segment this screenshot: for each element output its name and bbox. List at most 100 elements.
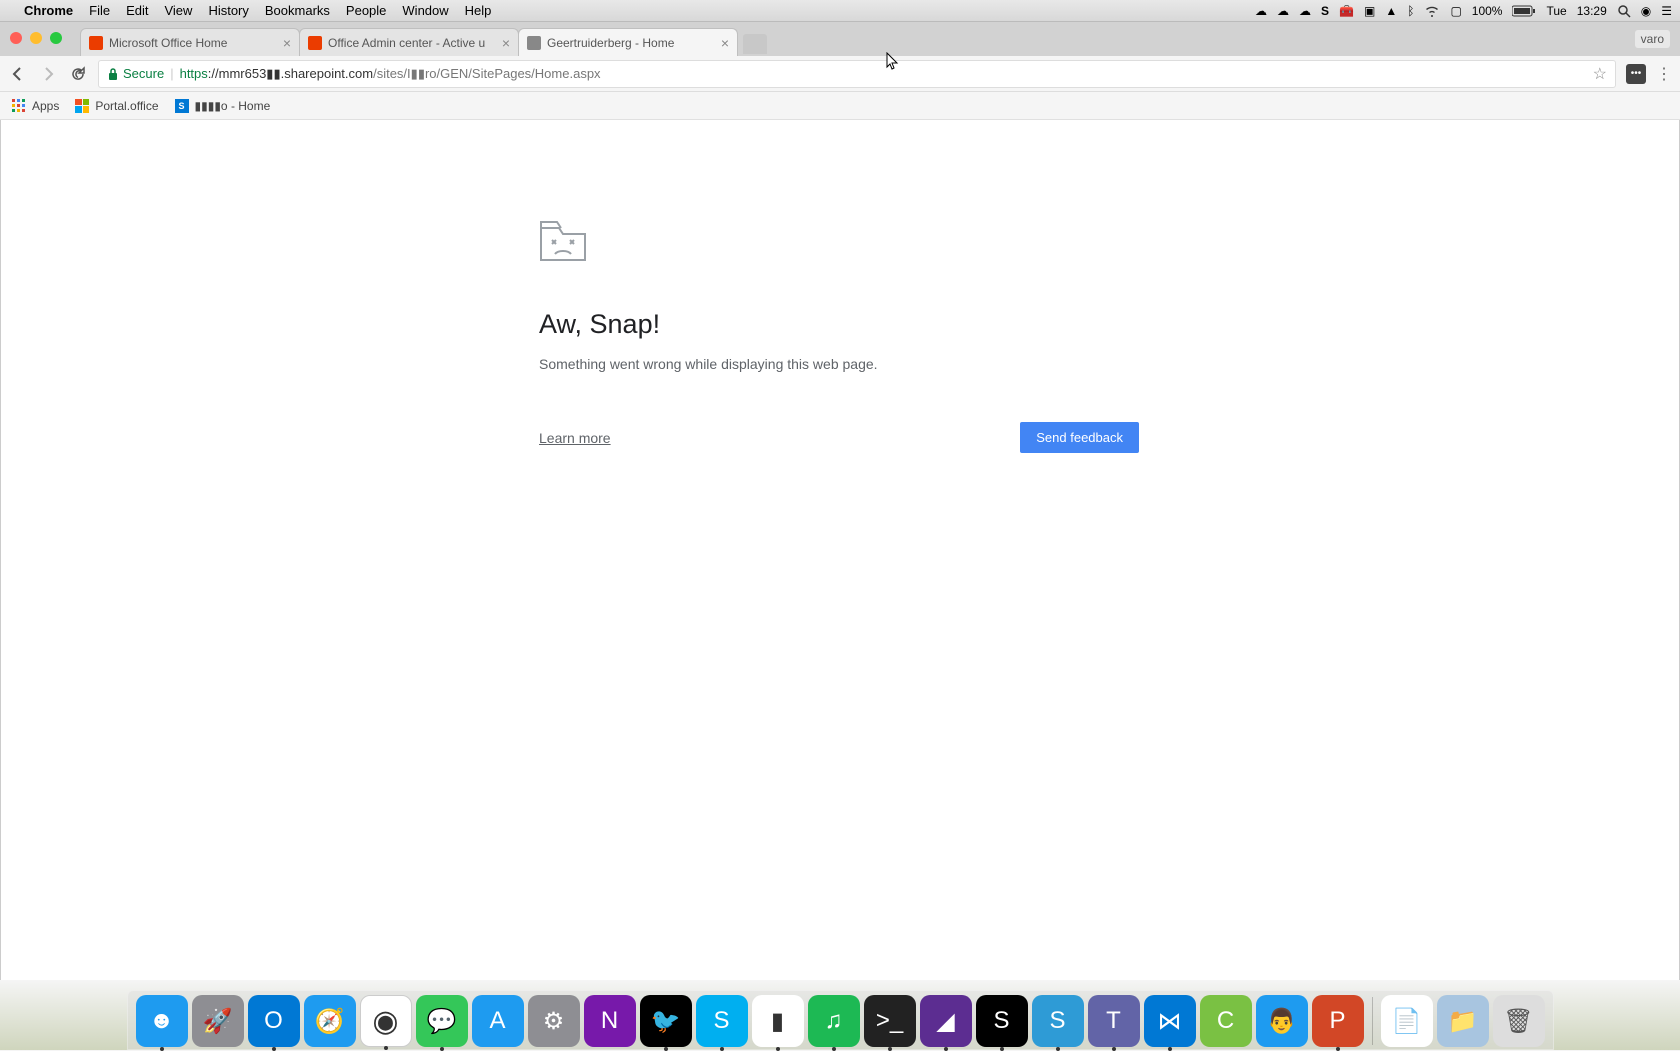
siri-icon[interactable]: ◉	[1641, 4, 1651, 18]
menu-window[interactable]: Window	[402, 3, 448, 18]
error-title: Aw, Snap!	[539, 309, 1139, 340]
tab-close-icon[interactable]: ×	[283, 35, 291, 51]
tab-title: Geertruiderberg - Home	[547, 36, 715, 50]
menu-file[interactable]: File	[89, 3, 110, 18]
tab-close-icon[interactable]: ×	[502, 35, 510, 51]
macos-dock-area: ☻🚀O🧭◉💬A⚙N🐦S▮♫>_◢SST⋈C👨P📄📁🗑	[0, 980, 1680, 1050]
dock-folder-icon[interactable]: 📁	[1437, 995, 1489, 1047]
dock-onenote-icon[interactable]: N	[584, 995, 636, 1047]
error-message: Something went wrong while displaying th…	[539, 356, 1139, 372]
dock-vscode-icon[interactable]: ⋈	[1144, 995, 1196, 1047]
extension-icon[interactable]: •••	[1626, 64, 1646, 84]
send-feedback-button[interactable]: Send feedback	[1020, 422, 1139, 453]
forward-button[interactable]	[38, 64, 58, 84]
s-status-icon[interactable]: S	[1321, 4, 1329, 18]
cloud-icon-3[interactable]: ☁︎	[1299, 4, 1311, 18]
window-maximize-button[interactable]	[50, 32, 62, 44]
chrome-error-panel: Aw, Snap! Something went wrong while dis…	[539, 220, 1139, 453]
tab-title: Microsoft Office Home	[109, 36, 277, 50]
dock-separator	[1372, 997, 1373, 1045]
dock-parallels-icon[interactable]: ▮	[752, 995, 804, 1047]
dock-powerpoint-icon[interactable]: P	[1312, 995, 1364, 1047]
new-tab-button[interactable]	[743, 34, 767, 54]
bookmark-label: Portal.office	[95, 99, 158, 113]
chrome-menu-icon[interactable]: ⋮	[1656, 64, 1672, 84]
dock-launchpad-icon[interactable]: 🚀	[192, 995, 244, 1047]
reload-button[interactable]	[68, 64, 88, 84]
page-content: Aw, Snap! Something went wrong while dis…	[0, 120, 1680, 980]
learn-more-link[interactable]: Learn more	[539, 430, 611, 446]
notification-center-icon[interactable]: ☰	[1661, 4, 1672, 18]
cloud-icon-2[interactable]: ☁︎	[1277, 4, 1289, 18]
bookmark-apps[interactable]: Apps	[12, 99, 59, 113]
bookmark-label: ▮▮▮▮o - Home	[195, 99, 271, 113]
airplay-icon[interactable]: ▢	[1450, 4, 1461, 18]
dock-twitter-icon[interactable]: 🐦	[640, 995, 692, 1047]
dock-visualstudio-icon[interactable]: ◢	[920, 995, 972, 1047]
spotlight-icon[interactable]	[1617, 4, 1631, 18]
cloud-icon[interactable]: ☁︎	[1255, 4, 1267, 18]
dock-messages-icon[interactable]: 💬	[416, 995, 468, 1047]
sad-favicon-icon	[527, 36, 541, 50]
url-text: https://mmr653▮▮.sharepoint.com/sites/I▮…	[180, 66, 601, 82]
menu-edit[interactable]: Edit	[126, 3, 148, 18]
tab-title: Office Admin center - Active u	[328, 36, 496, 50]
battery-icon[interactable]	[1512, 5, 1536, 17]
secure-indicator[interactable]: Secure	[107, 66, 164, 81]
microsoft-icon	[75, 99, 89, 113]
tab-list: Microsoft Office Home × Office Admin cen…	[80, 22, 767, 56]
menu-bookmarks[interactable]: Bookmarks	[265, 3, 330, 18]
menubar-time[interactable]: 13:29	[1577, 4, 1607, 18]
office-favicon-icon	[89, 36, 103, 50]
dock-chrome-icon[interactable]: ◉	[360, 995, 412, 1047]
apps-grid-icon	[12, 99, 26, 113]
dock-camtasia-icon[interactable]: C	[1200, 995, 1252, 1047]
tab-admin-center[interactable]: Office Admin center - Active u ×	[299, 28, 519, 56]
menu-view[interactable]: View	[164, 3, 192, 18]
triangle-icon[interactable]: ▲	[1385, 4, 1397, 18]
active-app-name[interactable]: Chrome	[24, 3, 73, 18]
menu-people[interactable]: People	[346, 3, 386, 18]
chrome-profile-chip[interactable]: varo	[1635, 30, 1670, 48]
tab-office-home[interactable]: Microsoft Office Home ×	[80, 28, 300, 56]
bluetooth-icon[interactable]: ᛒ	[1407, 4, 1414, 18]
address-bar[interactable]: Secure | https://mmr653▮▮.sharepoint.com…	[98, 60, 1616, 88]
bookmark-star-icon[interactable]: ☆	[1593, 64, 1607, 84]
dock-spotify-icon[interactable]: ♫	[808, 995, 860, 1047]
dock-teams-icon[interactable]: T	[1088, 995, 1140, 1047]
window-minimize-button[interactable]	[30, 32, 42, 44]
dock-appstore-icon[interactable]: A	[472, 995, 524, 1047]
window-close-button[interactable]	[10, 32, 22, 44]
dock-safari-icon[interactable]: 🧭	[304, 995, 356, 1047]
chrome-tab-strip: Microsoft Office Home × Office Admin cen…	[0, 22, 1680, 56]
wifi-icon[interactable]	[1424, 5, 1440, 17]
macos-dock: ☻🚀O🧭◉💬A⚙N🐦S▮♫>_◢SST⋈C👨P📄📁🗑	[127, 990, 1554, 1050]
menu-history[interactable]: History	[208, 3, 248, 18]
battery-percent: 100%	[1472, 4, 1503, 18]
dock-snagit-icon[interactable]: S	[1032, 995, 1084, 1047]
dock-trash-icon[interactable]: 🗑	[1493, 995, 1545, 1047]
menu-help[interactable]: Help	[465, 3, 492, 18]
menubar-day[interactable]: Tue	[1546, 4, 1566, 18]
dock-finder-icon[interactable]: ☻	[136, 995, 188, 1047]
dock-franz-icon[interactable]: 👨	[1256, 995, 1308, 1047]
macos-menubar: Chrome File Edit View History Bookmarks …	[0, 0, 1680, 22]
sharepoint-icon: S	[175, 99, 189, 113]
dock-sonos-icon[interactable]: S	[976, 995, 1028, 1047]
tab-close-icon[interactable]: ×	[721, 35, 729, 51]
dock-settings-icon[interactable]: ⚙	[528, 995, 580, 1047]
bookmark-portal-office[interactable]: Portal.office	[75, 99, 158, 113]
dock-outlook-icon[interactable]: O	[248, 995, 300, 1047]
tab-geertruiderberg[interactable]: Geertruiderberg - Home ×	[518, 28, 738, 56]
dock-skype-icon[interactable]: S	[696, 995, 748, 1047]
evernote-icon[interactable]: ▣	[1364, 4, 1375, 18]
dock-terminal-icon[interactable]: >_	[864, 995, 916, 1047]
secure-label: Secure	[123, 66, 164, 81]
chrome-toolbar: Secure | https://mmr653▮▮.sharepoint.com…	[0, 56, 1680, 92]
window-controls	[10, 32, 62, 44]
sad-folder-icon	[539, 220, 1139, 267]
dock-document-icon[interactable]: 📄	[1381, 995, 1433, 1047]
back-button[interactable]	[8, 64, 28, 84]
bookmark-sharepoint-home[interactable]: S ▮▮▮▮o - Home	[175, 99, 271, 113]
toolbox-icon[interactable]: 🧰	[1339, 4, 1354, 18]
